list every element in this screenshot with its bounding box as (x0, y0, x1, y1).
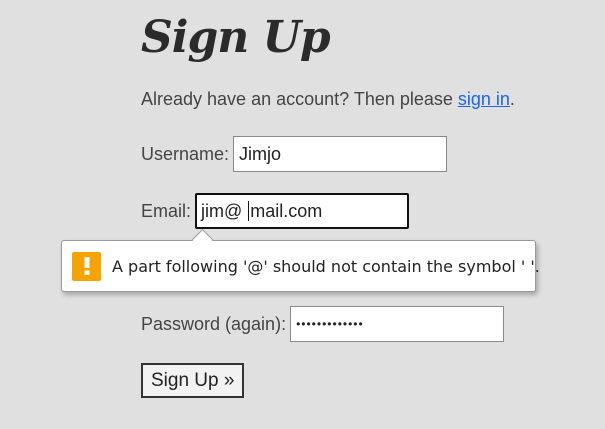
validation-tooltip: A part following '@' should not contain … (61, 228, 540, 292)
password-again-input[interactable]: ••••••••••••• (290, 306, 505, 342)
password-again-row: Password (again): ••••••••••••• (141, 306, 505, 342)
email-value-start: jim@ (201, 200, 248, 221)
username-value: Jimjo (239, 143, 282, 164)
signin-prompt-text: Already have an account? Then please (141, 89, 458, 109)
signin-prompt-suffix: . (509, 89, 515, 109)
password-again-value: ••••••••••••• (296, 317, 364, 331)
email-row: Email: jim@ mail.com (141, 193, 410, 229)
email-input[interactable]: jim@ mail.com (195, 193, 410, 229)
email-value-end: mail.com (250, 200, 323, 221)
password-again-label: Password (again): (141, 313, 287, 334)
username-row: Username: Jimjo (141, 136, 448, 172)
username-label: Username: (141, 143, 230, 164)
page-title: Sign Up (141, 12, 331, 63)
email-label: Email: (141, 200, 192, 221)
warning-icon (72, 251, 101, 281)
signin-prompt: Already have an account? Then please sig… (141, 89, 515, 110)
signup-button[interactable]: Sign Up » (141, 363, 245, 398)
username-input[interactable]: Jimjo (233, 136, 448, 172)
validation-message: A part following '@' should not contain … (112, 256, 540, 276)
signin-link[interactable]: sign in (458, 89, 510, 109)
text-caret (248, 201, 250, 221)
tooltip-arrow (191, 228, 214, 251)
